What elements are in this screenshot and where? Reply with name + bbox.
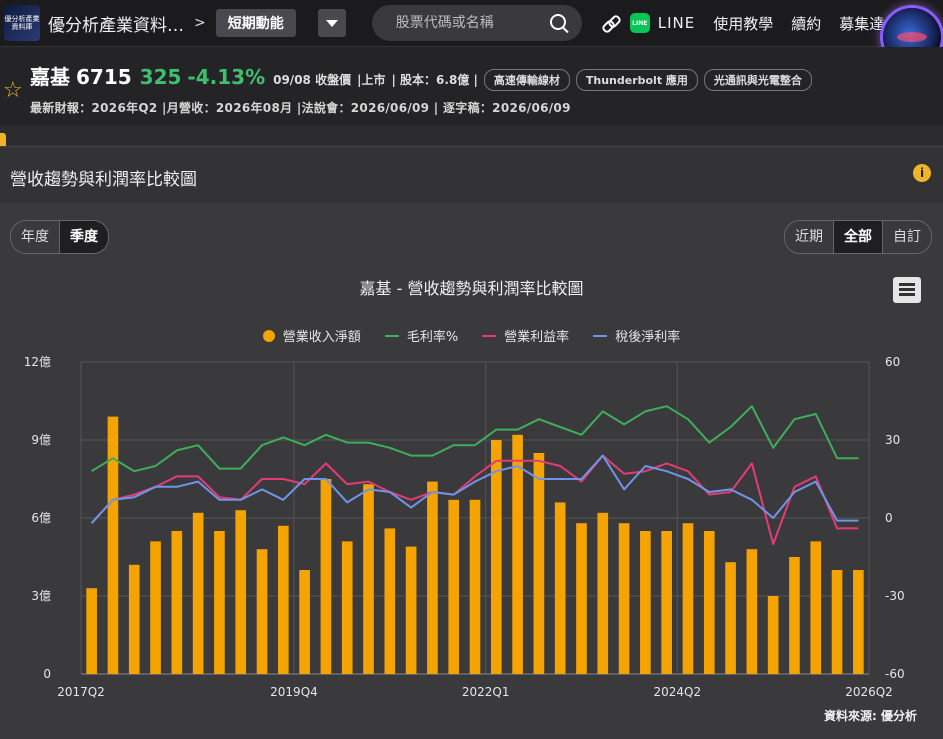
- revenue-bar: [235, 510, 247, 674]
- revenue-margin-chart: 0 3億 6億 9億 12億 -60 -30 0 30 60 2017Q2 2019Q4 2022Q1 2…: [24, 355, 905, 699]
- gross-margin-line: [91, 405, 859, 473]
- revenue-bar: [363, 484, 374, 674]
- revenue-bar: [427, 481, 438, 674]
- revenue-bar: [640, 531, 651, 674]
- left-axis-tick-label: 3億: [31, 589, 51, 603]
- left-axis-tick-label: 0: [43, 667, 51, 681]
- right-axis-tick-label: 60: [885, 355, 900, 369]
- revenue-bar: [661, 531, 672, 674]
- revenue-bar: [256, 549, 268, 674]
- x-axis-tick-label: 2017Q2: [57, 685, 105, 699]
- x-axis-tick-label: 2024Q2: [654, 685, 702, 699]
- revenue-bar: [554, 502, 566, 674]
- revenue-bar: [150, 541, 161, 674]
- revenue-bar: [299, 570, 310, 674]
- revenue-bar: [384, 528, 396, 674]
- revenue-bar: [192, 512, 204, 674]
- revenue-bar: [533, 453, 545, 674]
- revenue-bar: [320, 479, 332, 674]
- revenue-bar: [789, 557, 800, 674]
- revenue-bar: [469, 499, 481, 674]
- right-axis-tick-label: -60: [885, 667, 905, 681]
- x-axis-tick-label: 2019Q4: [270, 685, 318, 699]
- revenue-bar: [682, 523, 694, 674]
- data-source: 資料來源: 優分析: [824, 709, 917, 723]
- right-axis-tick-label: -30: [885, 589, 905, 603]
- revenue-bar: [278, 525, 289, 674]
- x-axis-tick-label: 2022Q1: [462, 685, 510, 699]
- revenue-bar: [597, 512, 609, 674]
- revenue-bar: [853, 570, 864, 674]
- left-axis-tick-label: 6億: [31, 511, 51, 525]
- revenue-bar: [341, 541, 353, 674]
- revenue-bar: [107, 416, 119, 674]
- revenue-bar: [767, 596, 779, 674]
- revenue-bar: [831, 570, 843, 674]
- revenue-bar: [810, 541, 822, 674]
- revenue-bar: [618, 523, 630, 674]
- left-axis-tick-label: 12億: [24, 355, 51, 369]
- revenue-bar: [490, 440, 502, 674]
- revenue-bar: [725, 562, 736, 674]
- revenue-bar: [86, 588, 97, 674]
- revenue-bar: [576, 523, 587, 674]
- revenue-bar: [448, 499, 460, 674]
- revenue-bar: [405, 546, 417, 674]
- right-axis-tick-label: 0: [885, 511, 893, 525]
- revenue-bar: [214, 531, 225, 674]
- x-axis-tick-label: 2026Q2: [845, 685, 893, 699]
- revenue-bar: [128, 564, 140, 674]
- revenue-bar: [512, 434, 523, 674]
- revenue-bar: [746, 549, 758, 674]
- right-axis-tick-label: 30: [885, 433, 900, 447]
- left-axis-tick-label: 9億: [31, 433, 51, 447]
- revenue-bar: [703, 531, 715, 674]
- revenue-bar: [171, 531, 183, 674]
